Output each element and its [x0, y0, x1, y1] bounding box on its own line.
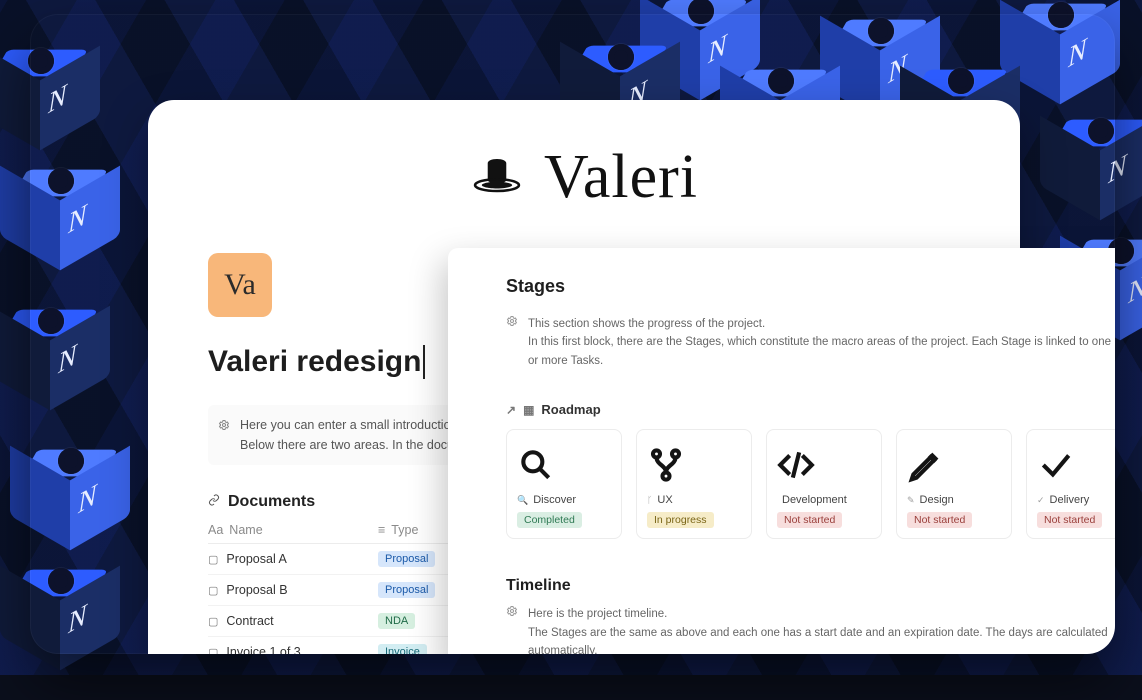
top-hat-icon — [470, 148, 524, 207]
stage-card[interactable]: ᚴ UX In progress — [636, 429, 752, 539]
check-mini-icon: ✓ — [1037, 495, 1045, 506]
gear-icon — [506, 315, 518, 333]
text-cursor-icon — [423, 345, 425, 379]
doc-type-tag[interactable]: NDA — [378, 613, 415, 629]
code-icon — [777, 442, 871, 488]
roadmap-heading-text: Roadmap — [541, 402, 600, 417]
doc-name: Invoice 1 of 3 — [226, 645, 300, 654]
timeline-callout[interactable]: Here is the project timeline. The Stages… — [506, 605, 1115, 654]
gear-icon — [506, 605, 518, 654]
stage-card[interactable]: Development Not started — [766, 429, 882, 539]
doc-name: Proposal B — [226, 583, 287, 597]
page-icon: ▢ — [208, 615, 218, 628]
stages-intro-2: In this first block, there are the Stage… — [528, 333, 1115, 370]
search-icon — [517, 442, 611, 488]
screenshot-frame: Valeri Va Valeri redesign Here you can e… — [30, 14, 1115, 654]
stage-card[interactable]: 🔍 Discover Completed — [506, 429, 622, 539]
page-emoji-icon[interactable]: Va — [208, 253, 272, 317]
column-name[interactable]: Name — [229, 523, 262, 537]
status-badge[interactable]: Not started — [907, 512, 972, 528]
stages-heading[interactable]: Stages — [506, 276, 1115, 297]
column-type[interactable]: Type — [391, 523, 418, 537]
status-badge[interactable]: Not started — [777, 512, 842, 528]
stage-label: UX — [657, 494, 672, 506]
branch-icon — [647, 442, 741, 488]
doc-name: Contract — [226, 614, 273, 628]
hero-title: Valeri — [544, 142, 698, 213]
stage-label: Design — [920, 494, 954, 506]
text-icon: Aa — [208, 523, 223, 537]
gear-icon — [218, 417, 230, 437]
doc-type-tag[interactable]: Invoice — [378, 644, 427, 654]
documents-heading-text: Documents — [228, 493, 315, 511]
branch-mini-icon: ᚴ — [647, 495, 652, 505]
timeline-intro-2: The Stages are the same as above and eac… — [528, 624, 1115, 654]
status-badge[interactable]: Completed — [517, 512, 582, 528]
timeline-intro-1: Here is the project timeline. — [528, 605, 1115, 623]
stage-label: Delivery — [1050, 494, 1090, 506]
page-icon: ▢ — [208, 553, 218, 566]
pen-mini-icon: ✎ — [907, 495, 915, 506]
list-icon: ≡ — [378, 523, 385, 537]
stage-label: Development — [782, 494, 847, 506]
search-mini-icon: 🔍 — [517, 495, 528, 506]
expand-icon: ↗ — [506, 403, 516, 417]
doc-name: Proposal A — [226, 552, 286, 566]
status-badge[interactable]: In progress — [647, 512, 714, 528]
link-icon — [208, 493, 220, 511]
page-hero: Valeri — [148, 100, 1020, 213]
stage-card[interactable]: ✓ Delivery Not started — [1026, 429, 1115, 539]
page-title-text: Valeri redesign — [208, 345, 421, 379]
stage-card[interactable]: ✎ Design Not started — [896, 429, 1012, 539]
page-card-stages: Stages This section shows the progress o… — [448, 248, 1115, 654]
board-icon: ▦ — [523, 403, 534, 417]
pen-icon — [907, 442, 1001, 488]
stage-label: Discover — [533, 494, 576, 506]
doc-type-tag[interactable]: Proposal — [378, 551, 435, 567]
doc-type-tag[interactable]: Proposal — [378, 582, 435, 598]
roadmap-board: 🔍 Discover Completed ᚴ UX In progress Developm… — [506, 429, 1115, 539]
page-icon: ▢ — [208, 584, 218, 597]
stages-callout[interactable]: This section shows the progress of the p… — [506, 309, 1115, 384]
roadmap-view-heading[interactable]: ↗ ▦ Roadmap — [506, 402, 1115, 417]
page-icon: ▢ — [208, 646, 218, 655]
stages-intro-1: This section shows the progress of the p… — [528, 315, 1115, 333]
check-icon — [1037, 442, 1115, 488]
timeline-heading[interactable]: Timeline — [506, 577, 1115, 595]
status-badge[interactable]: Not started — [1037, 512, 1102, 528]
